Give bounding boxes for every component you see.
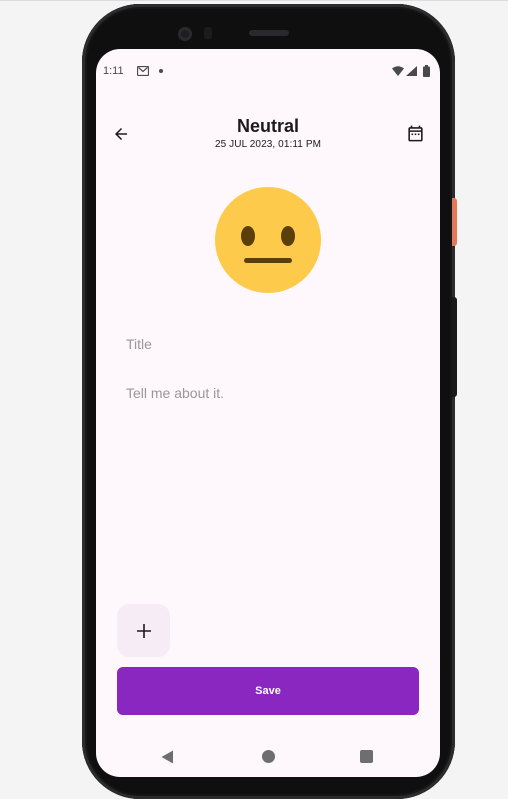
battery-icon: [423, 65, 430, 77]
notification-dot-icon: [159, 69, 163, 73]
calendar-icon: [407, 125, 423, 141]
page-title: Neutral: [236, 116, 299, 136]
journal-body-input[interactable]: [126, 383, 416, 583]
app-screen: 1:11 Neutral 25 JUL 2023, 01:11 PM Title…: [96, 49, 440, 777]
neutral-face-icon[interactable]: [215, 187, 321, 293]
nav-home-icon[interactable]: [262, 750, 275, 763]
title-input[interactable]: [126, 333, 416, 355]
status-time: 1:11: [103, 65, 124, 77]
add-attachment-button[interactable]: [117, 604, 170, 657]
save-button[interactable]: Save: [117, 667, 419, 715]
proximity-sensor: [204, 27, 212, 39]
power-button: [452, 198, 457, 246]
plus-icon: [136, 623, 151, 638]
wifi-icon: [392, 66, 404, 76]
earpiece-speaker: [249, 30, 289, 36]
front-camera: [178, 27, 192, 41]
signal-icon: [406, 66, 417, 76]
volume-button: [452, 297, 457, 397]
entry-datetime: 25 JUL 2023, 01:11 PM: [214, 139, 322, 150]
gmail-icon: [137, 66, 149, 76]
top-divider: [0, 0, 508, 1]
nav-back-icon[interactable]: [160, 750, 174, 764]
calendar-button[interactable]: [404, 122, 426, 144]
nav-recents-icon[interactable]: [360, 750, 373, 763]
